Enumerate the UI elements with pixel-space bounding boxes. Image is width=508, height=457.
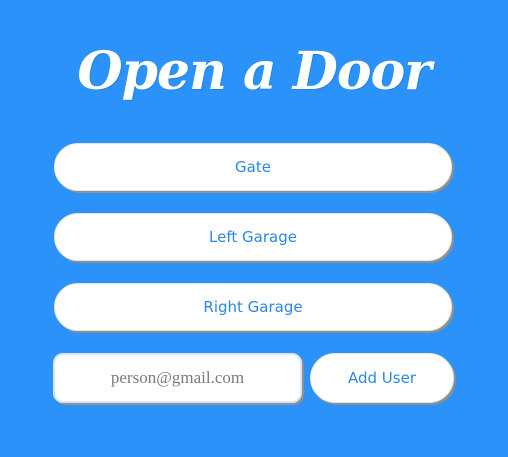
add-user-button[interactable]: Add User: [310, 353, 454, 403]
right-garage-button[interactable]: Right Garage: [54, 283, 452, 331]
gate-button[interactable]: Gate: [54, 143, 452, 191]
email-field[interactable]: [53, 353, 302, 403]
left-garage-button[interactable]: Left Garage: [54, 213, 452, 261]
page-title: Open a Door: [77, 41, 431, 102]
